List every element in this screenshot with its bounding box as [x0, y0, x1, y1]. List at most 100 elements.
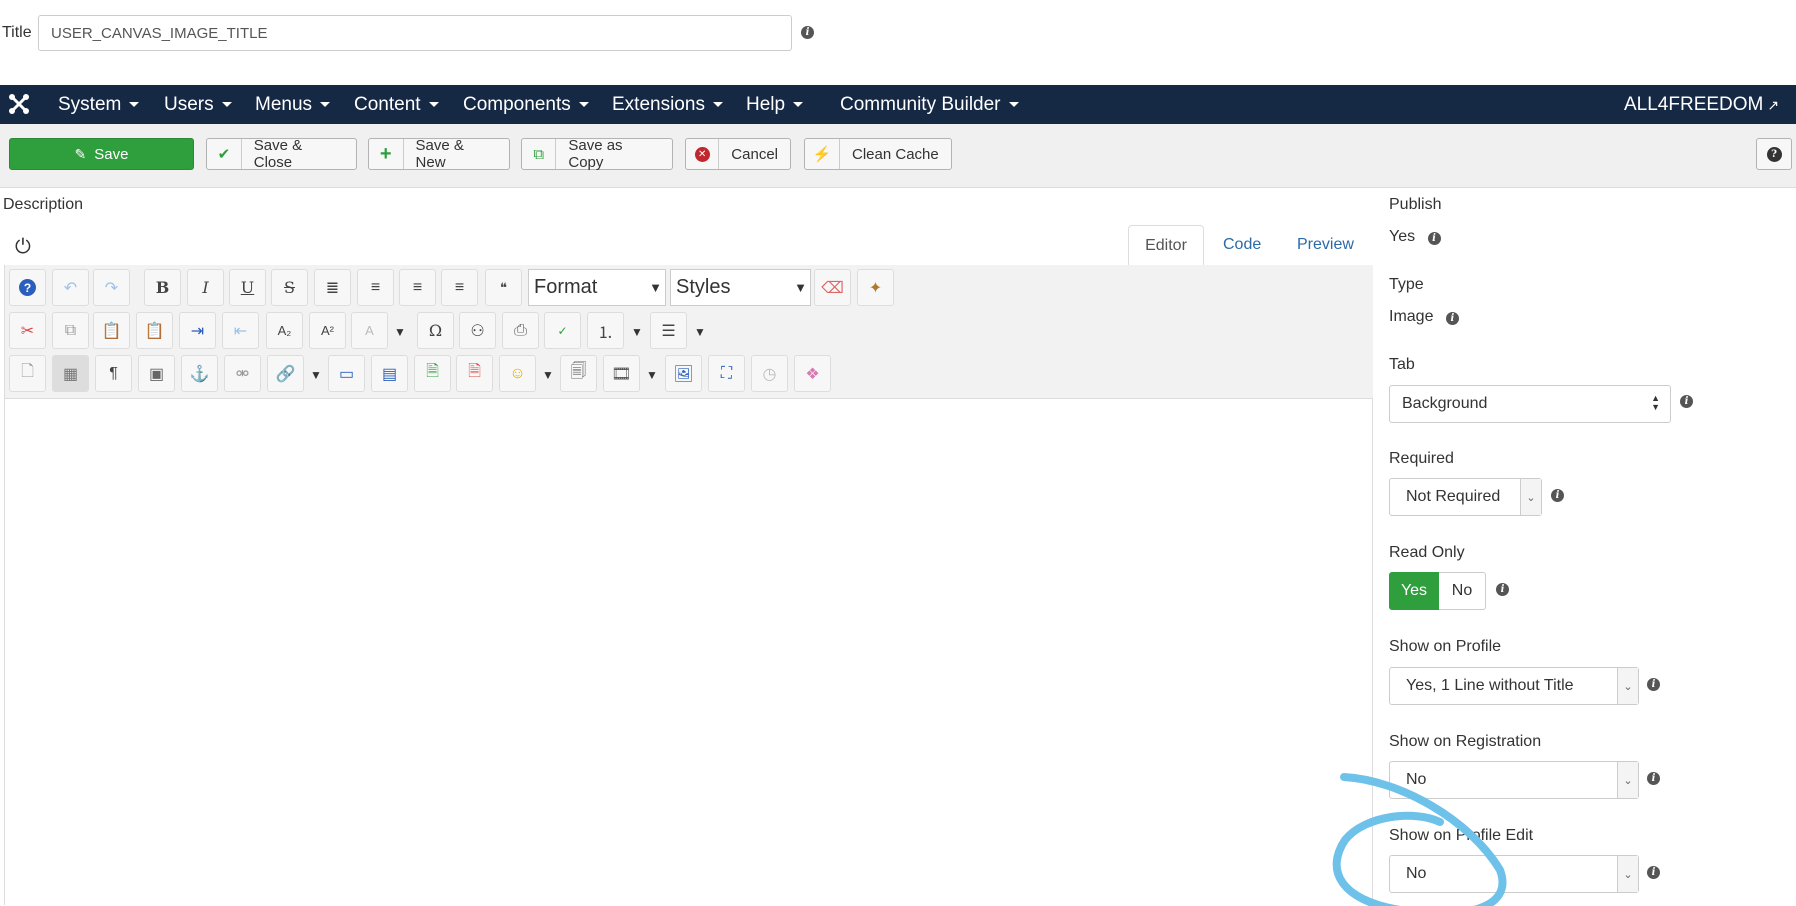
- chevron-down-icon: [320, 102, 331, 108]
- chevron-down-icon[interactable]: ▼: [631, 325, 643, 339]
- fullscreen-icon[interactable]: ⛶: [708, 355, 745, 392]
- site-link[interactable]: ALL4FREEDOM ↗: [1624, 85, 1779, 124]
- read-only-yes-button[interactable]: Yes: [1389, 572, 1439, 610]
- indent-icon[interactable]: ⇥: [179, 312, 216, 349]
- template-icon[interactable]: ▣: [138, 355, 175, 392]
- tab-code[interactable]: Code: [1223, 225, 1261, 265]
- title-input[interactable]: [38, 15, 792, 51]
- history-icon[interactable]: ◷: [751, 355, 788, 392]
- chevron-down-icon[interactable]: ▼: [646, 368, 658, 382]
- nav-menu-help[interactable]: Help: [746, 85, 804, 124]
- strikethrough-icon[interactable]: S: [271, 269, 308, 306]
- eraser-icon[interactable]: ⌫: [814, 269, 851, 306]
- unlink-icon[interactable]: ⚮: [224, 355, 261, 392]
- paragraph-icon[interactable]: ¶: [95, 355, 132, 392]
- delete-file-icon[interactable]: 🗎: [456, 355, 493, 392]
- media-film-icon[interactable]: 🎞: [603, 355, 640, 392]
- numbered-list-icon[interactable]: ⒈: [587, 312, 624, 349]
- bold-icon[interactable]: B: [144, 269, 181, 306]
- special-character-icon[interactable]: Ω: [417, 312, 454, 349]
- save-close-button[interactable]: ✔ Save & Close: [206, 137, 357, 171]
- layer-icon[interactable]: ▤: [371, 355, 408, 392]
- chevron-down-icon[interactable]: ▼: [394, 325, 406, 339]
- link-icon[interactable]: 🔗: [267, 355, 304, 392]
- tab-preview[interactable]: Preview: [1297, 225, 1354, 265]
- chevron-down-icon: ⌄: [1617, 856, 1638, 892]
- power-toggle-icon[interactable]: ⏻: [15, 236, 31, 259]
- align-left-icon[interactable]: ≡: [399, 269, 436, 306]
- insert-file-icon[interactable]: 🗎: [414, 355, 451, 392]
- paste-icon[interactable]: 📋: [93, 312, 130, 349]
- show-on-profile-info-icon[interactable]: i: [1647, 678, 1660, 691]
- align-justify-icon[interactable]: ≣: [314, 269, 351, 306]
- subscript-icon[interactable]: A₂: [266, 312, 303, 349]
- nav-menu-extensions[interactable]: Extensions: [612, 85, 723, 124]
- show-on-profile-edit-info-icon[interactable]: i: [1647, 866, 1660, 879]
- edit-icon: ✎: [74, 145, 87, 162]
- insert-image-icon[interactable]: 🖼: [665, 355, 702, 392]
- copy-icon[interactable]: ⧉: [52, 312, 89, 349]
- format-select[interactable]: Format ▼: [528, 269, 666, 306]
- read-only-info-icon[interactable]: i: [1496, 583, 1509, 596]
- align-right-icon[interactable]: ≡: [441, 269, 478, 306]
- required-label: Required: [1389, 450, 1454, 467]
- spellcheck-icon[interactable]: ✓: [544, 312, 581, 349]
- chevron-down-icon[interactable]: ▼: [310, 368, 322, 382]
- cancel-icon: ✕: [686, 139, 720, 169]
- print-icon[interactable]: ⎙: [502, 312, 539, 349]
- tab-editor[interactable]: Editor: [1128, 225, 1204, 267]
- chevron-down-icon[interactable]: ▼: [694, 325, 706, 339]
- title-info-icon[interactable]: i: [801, 26, 814, 39]
- clean-cache-button[interactable]: ⚡ Clean Cache: [804, 138, 952, 170]
- show-on-registration-info-icon[interactable]: i: [1647, 772, 1660, 785]
- required-select[interactable]: Not Required ⌄: [1389, 478, 1542, 516]
- undo-icon[interactable]: ↶: [52, 269, 89, 306]
- nav-menu-users[interactable]: Users: [164, 85, 232, 124]
- align-center-icon[interactable]: ≡: [357, 269, 394, 306]
- chevron-down-icon[interactable]: ▼: [542, 368, 554, 382]
- nav-menu-content[interactable]: Content: [354, 85, 439, 124]
- save-as-copy-button[interactable]: ⧉ Save as Copy: [521, 137, 673, 171]
- nav-menu-system[interactable]: System: [58, 85, 140, 124]
- chevron-down-icon: ⌄: [1617, 762, 1638, 798]
- italic-icon[interactable]: I: [187, 269, 224, 306]
- find-binoculars-icon[interactable]: ⚇: [459, 312, 496, 349]
- tab-select[interactable]: Background ▲ ▼: [1389, 385, 1671, 423]
- document-icon[interactable]: 🗐: [560, 355, 597, 392]
- visual-aid-icon[interactable]: ▦: [52, 355, 89, 392]
- nav-menu-components[interactable]: Components: [463, 85, 589, 124]
- nav-menu-community-builder[interactable]: Community Builder: [840, 85, 1019, 124]
- blockquote-icon[interactable]: ❝: [485, 269, 522, 306]
- chevron-down-icon: [712, 102, 723, 108]
- new-document-icon[interactable]: 🗋: [9, 355, 46, 392]
- required-info-icon[interactable]: i: [1551, 489, 1564, 502]
- chevron-down-icon: [578, 102, 589, 108]
- underline-icon[interactable]: U: [229, 269, 266, 306]
- blocks-icon[interactable]: ❖: [794, 355, 831, 392]
- bullet-list-icon[interactable]: ☰: [650, 312, 687, 349]
- emoticon-icon[interactable]: ☺: [499, 355, 536, 392]
- superscript-icon[interactable]: A²: [309, 312, 346, 349]
- anchor-icon[interactable]: ⚓: [181, 355, 218, 392]
- cancel-button[interactable]: ✕ Cancel: [685, 138, 791, 170]
- info-icon[interactable]: i: [1445, 312, 1459, 325]
- redo-icon[interactable]: ↷: [93, 269, 130, 306]
- copy-icon: ⧉: [522, 139, 557, 169]
- show-on-profile-select[interactable]: Yes, 1 Line without Title ⌄: [1389, 667, 1639, 705]
- save-new-button[interactable]: + Save & New: [368, 137, 510, 171]
- read-only-no-button[interactable]: No: [1439, 572, 1486, 610]
- text-color-icon[interactable]: A: [351, 312, 388, 349]
- cleanup-brush-icon[interactable]: ✦: [857, 269, 894, 306]
- tab-info-icon[interactable]: i: [1680, 395, 1693, 408]
- info-icon[interactable]: i: [1427, 232, 1441, 245]
- paste-text-icon[interactable]: 📋: [136, 312, 173, 349]
- help-icon[interactable]: ?: [9, 269, 46, 306]
- nav-menu-menus[interactable]: Menus: [255, 85, 331, 124]
- styles-select[interactable]: Styles ▼: [670, 269, 811, 306]
- save-button[interactable]: ✎ Save: [9, 138, 194, 170]
- joomla-logo-icon[interactable]: [8, 85, 30, 124]
- cut-icon[interactable]: ✂: [9, 312, 46, 349]
- help-button[interactable]: ?: [1756, 138, 1792, 170]
- outdent-icon[interactable]: ⇤: [222, 312, 259, 349]
- horizontal-rule-icon[interactable]: ▭: [328, 355, 365, 392]
